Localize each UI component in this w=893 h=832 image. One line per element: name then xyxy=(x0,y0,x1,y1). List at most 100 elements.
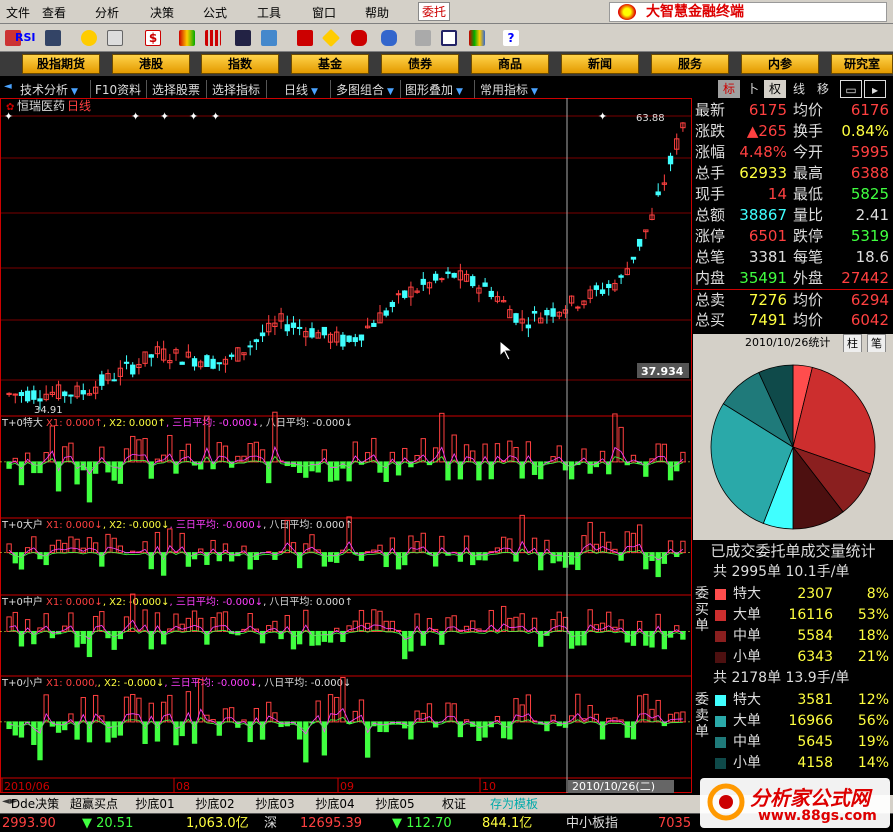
help-cursor-icon[interactable]: ? xyxy=(500,27,522,49)
diamond-icon[interactable] xyxy=(320,27,342,49)
cat-stock-futures[interactable]: 股指期货 xyxy=(22,54,100,74)
btab-bottom05[interactable]: 抄底05 xyxy=(370,796,420,812)
stat-volume: 5645 xyxy=(797,734,833,750)
subnav-multi-chart[interactable]: 多图组合 xyxy=(336,81,394,98)
status-item: 2993.90 xyxy=(2,816,56,831)
indicator-bar xyxy=(31,721,37,745)
crosshair-icon[interactable] xyxy=(78,27,100,49)
candle-body xyxy=(655,191,661,196)
subnav-select-stock[interactable]: 选择股票 xyxy=(152,81,200,98)
subnav-technical[interactable]: 技术分析 xyxy=(20,81,78,98)
dollar-icon[interactable]: $ xyxy=(142,27,164,49)
subnav-f10[interactable]: F10资料 xyxy=(95,81,141,98)
pie-count-toggle[interactable]: 笔 xyxy=(867,334,886,354)
indicator-bar xyxy=(538,461,544,480)
cat-index[interactable]: 指数 xyxy=(201,54,279,74)
candle-body xyxy=(210,358,216,369)
wand-icon[interactable] xyxy=(258,27,280,49)
stat-name: 小单 xyxy=(733,755,761,771)
indicator-bar xyxy=(111,461,117,481)
expand-panel-icon[interactable]: ▸ xyxy=(864,80,886,98)
kline-chart-area[interactable]: ✦ ✦ ✦ ✦ ✦ ✦ ✿ 恒瑞医药 日线 63.88 34.91 37.934 T+0特… xyxy=(0,98,692,793)
menu-tools[interactable]: 工具 xyxy=(257,4,281,21)
subnav-select-indicator[interactable]: 选择指标 xyxy=(212,81,260,98)
bars-icon[interactable] xyxy=(202,27,224,49)
stat-percent: 14% xyxy=(857,755,889,771)
candle-body xyxy=(309,328,315,338)
subnav-common-indicators[interactable]: 常用指标 xyxy=(480,81,538,98)
btab-bottom03[interactable]: 抄底03 xyxy=(250,796,300,812)
cat-research[interactable]: 研究室 xyxy=(831,54,893,74)
tab-mark[interactable]: 标 xyxy=(718,80,740,98)
btab-bottom02[interactable]: 抄底02 xyxy=(190,796,240,812)
cat-service[interactable]: 服务 xyxy=(651,54,729,74)
cat-bond[interactable]: 债券 xyxy=(381,54,459,74)
quote-row: 涨幅 4.48% 今开 5995 xyxy=(693,142,893,163)
btab-dde[interactable]: Dde决策 xyxy=(10,796,60,812)
candle-body xyxy=(420,278,426,285)
watermark-logo-icon xyxy=(707,783,745,821)
legend-swatch xyxy=(715,610,726,621)
indicator-panel-title: T+0特大 X1: 0.000↑, X2: 0.000↑, 三日平均: -0.0… xyxy=(1,416,353,429)
expand-icon[interactable]: ◄ xyxy=(4,81,12,92)
menu-help[interactable]: 帮助 xyxy=(365,4,389,21)
binoculars-icon[interactable] xyxy=(232,27,254,49)
ruler-icon[interactable] xyxy=(104,27,126,49)
candle-body xyxy=(550,308,556,317)
candle-body xyxy=(371,322,377,327)
bell-icon[interactable] xyxy=(378,27,400,49)
pie-bar-toggle[interactable]: 柱 xyxy=(843,334,862,354)
btab-warrant[interactable]: 权证 xyxy=(432,796,476,812)
flag-icon[interactable] xyxy=(294,27,316,49)
menu-formula[interactable]: 公式 xyxy=(203,4,227,21)
report-icon[interactable] xyxy=(42,27,64,49)
btab-bottom04[interactable]: 抄底04 xyxy=(310,796,360,812)
menu-decision[interactable]: 决策 xyxy=(150,4,174,21)
tab-line[interactable]: 线 xyxy=(788,80,810,98)
brand-logo-icon xyxy=(618,4,636,20)
tab-divider[interactable]: 卜 xyxy=(744,80,762,98)
menu-entrust[interactable]: 委托 xyxy=(418,2,451,21)
tab-rights[interactable]: 权 xyxy=(764,80,786,98)
cat-commodity[interactable]: 商品 xyxy=(471,54,549,74)
candle-body xyxy=(667,155,674,165)
low-price-label: 34.91 xyxy=(34,405,63,416)
menu-file[interactable]: 文件 xyxy=(6,4,30,21)
quote-label: 均价 xyxy=(793,311,824,329)
quote-value: 27442 xyxy=(841,269,889,287)
quote-value: 0.84% xyxy=(841,122,889,140)
subnav-period[interactable]: 日线 xyxy=(284,81,318,98)
btab-bottom01[interactable]: 抄底01 xyxy=(130,796,180,812)
shoes-icon[interactable] xyxy=(348,27,370,49)
window-icon[interactable] xyxy=(438,27,460,49)
quote-label: 总卖 xyxy=(695,291,726,309)
menu-window[interactable]: 窗口 xyxy=(312,4,336,21)
quote-label: 现手 xyxy=(695,185,726,203)
btab-super-buy[interactable]: 超赢买点 xyxy=(66,796,122,812)
candle-body xyxy=(482,282,488,287)
printer-icon[interactable] xyxy=(412,27,434,49)
books-icon[interactable] xyxy=(466,27,488,49)
legend-swatch xyxy=(715,695,726,706)
cat-fund[interactable]: 基金 xyxy=(291,54,369,74)
stat-name: 中单 xyxy=(733,734,761,750)
stat-row: 小单 6343 21% xyxy=(713,647,893,668)
legend-swatch xyxy=(715,589,726,600)
cat-news[interactable]: 新闻 xyxy=(561,54,639,74)
stat-row: 大单 16116 53% xyxy=(713,605,893,626)
traffic-icon[interactable] xyxy=(176,27,198,49)
window-restore-icon[interactable]: ▭ xyxy=(840,80,862,98)
cat-insider[interactable]: 内参 xyxy=(741,54,819,74)
rsi-button[interactable]: RSI xyxy=(14,27,38,49)
stat-name: 大单 xyxy=(733,607,761,623)
status-item: 12695.39 xyxy=(300,816,363,831)
indicator-bar xyxy=(111,630,117,650)
menu-view[interactable]: 查看 xyxy=(42,4,66,21)
menu-analysis[interactable]: 分析 xyxy=(95,4,119,21)
subnav-overlay[interactable]: 图形叠加 xyxy=(405,81,463,98)
quote-value: 38867 xyxy=(739,206,787,224)
cat-hk-stocks[interactable]: 港股 xyxy=(112,54,190,74)
stat-name: 中单 xyxy=(733,628,761,644)
tab-move[interactable]: 移 xyxy=(812,80,834,98)
btab-save-template[interactable]: 存为模板 xyxy=(484,796,544,812)
